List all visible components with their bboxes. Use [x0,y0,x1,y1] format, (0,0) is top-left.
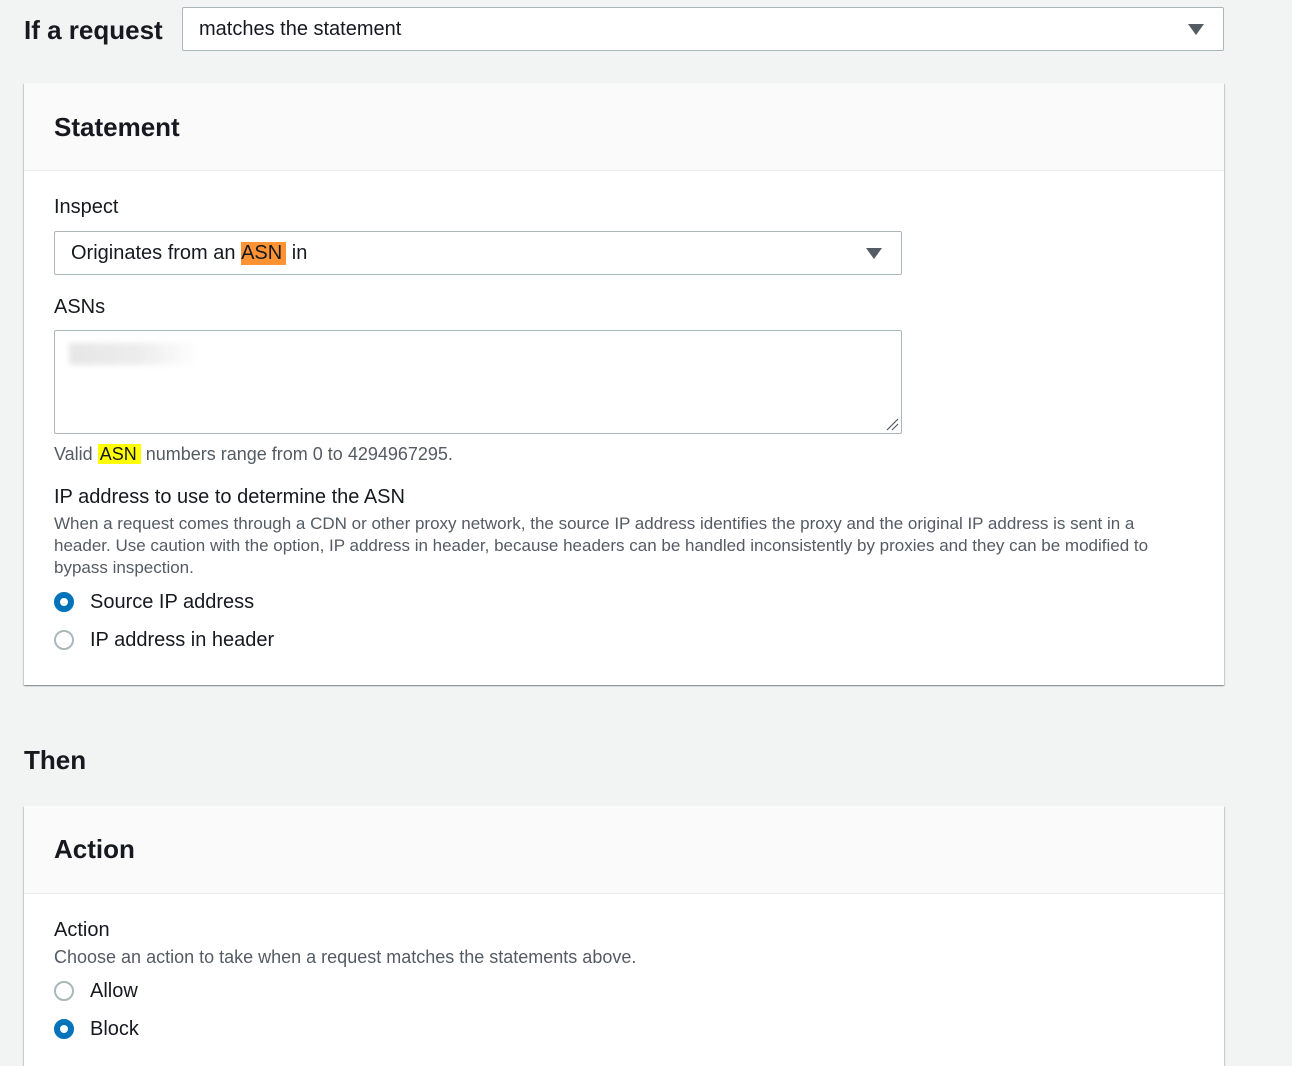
action-description: Choose an action to take when a request … [54,947,637,967]
statement-panel: Statement Inspect Originates from an ASN… [24,83,1224,685]
radio-source-ip-label: Source IP address [90,591,255,613]
radio-source-ip[interactable]: Source IP address [54,588,254,616]
match-condition-value: matches the statement [199,17,402,40]
if-request-label: If a request [24,15,163,45]
statement-title: Statement [54,112,180,142]
action-field-label: Action [54,919,110,941]
radio-block-label: Block [90,1018,139,1040]
asns-hint-prefix: Valid [54,444,98,464]
asns-label: ASNs [54,296,106,318]
inspect-select[interactable]: Originates from an ASN in [54,231,902,275]
action-panel: Action Action Choose an action to take w… [24,806,1224,1066]
inspect-select-value: Originates from an ASN in [71,232,307,274]
radio-button-selected[interactable] [54,592,74,612]
ip-source-label: IP address to use to determine the ASN [54,486,405,508]
inspect-value-prefix: Originates from an [71,241,242,264]
radio-allow[interactable]: Allow [54,977,138,1005]
asns-hint-highlight: ASN [97,444,141,464]
action-panel-header: Action [24,806,1224,894]
ip-source-description: When a request comes through a CDN or ot… [54,514,1149,577]
statement-panel-header: Statement [24,83,1224,171]
radio-button[interactable] [54,981,74,1001]
match-condition-select[interactable]: matches the statement [182,7,1224,51]
radio-button-selected[interactable] [54,1019,74,1039]
asns-hint-suffix: numbers range from 0 to 4294967295. [140,444,453,464]
then-label: Then [24,745,87,775]
radio-ip-in-header-label: IP address in header [90,629,275,651]
radio-button[interactable] [54,630,74,650]
resize-handle-icon[interactable] [885,417,899,431]
inspect-value-suffix: in [286,241,308,264]
action-title: Action [54,834,135,864]
radio-ip-in-header[interactable]: IP address in header [54,626,274,654]
inspect-value-highlight: ASN [241,241,287,265]
asns-redacted-value [69,343,199,365]
asns-textarea[interactable] [54,330,902,434]
radio-allow-label: Allow [90,980,138,1002]
inspect-label: Inspect [54,196,119,218]
caret-down-icon [1188,24,1204,35]
radio-block[interactable]: Block [54,1015,139,1043]
asns-hint: Valid ASN numbers range from 0 to 429496… [54,442,453,466]
caret-down-icon [866,248,882,259]
